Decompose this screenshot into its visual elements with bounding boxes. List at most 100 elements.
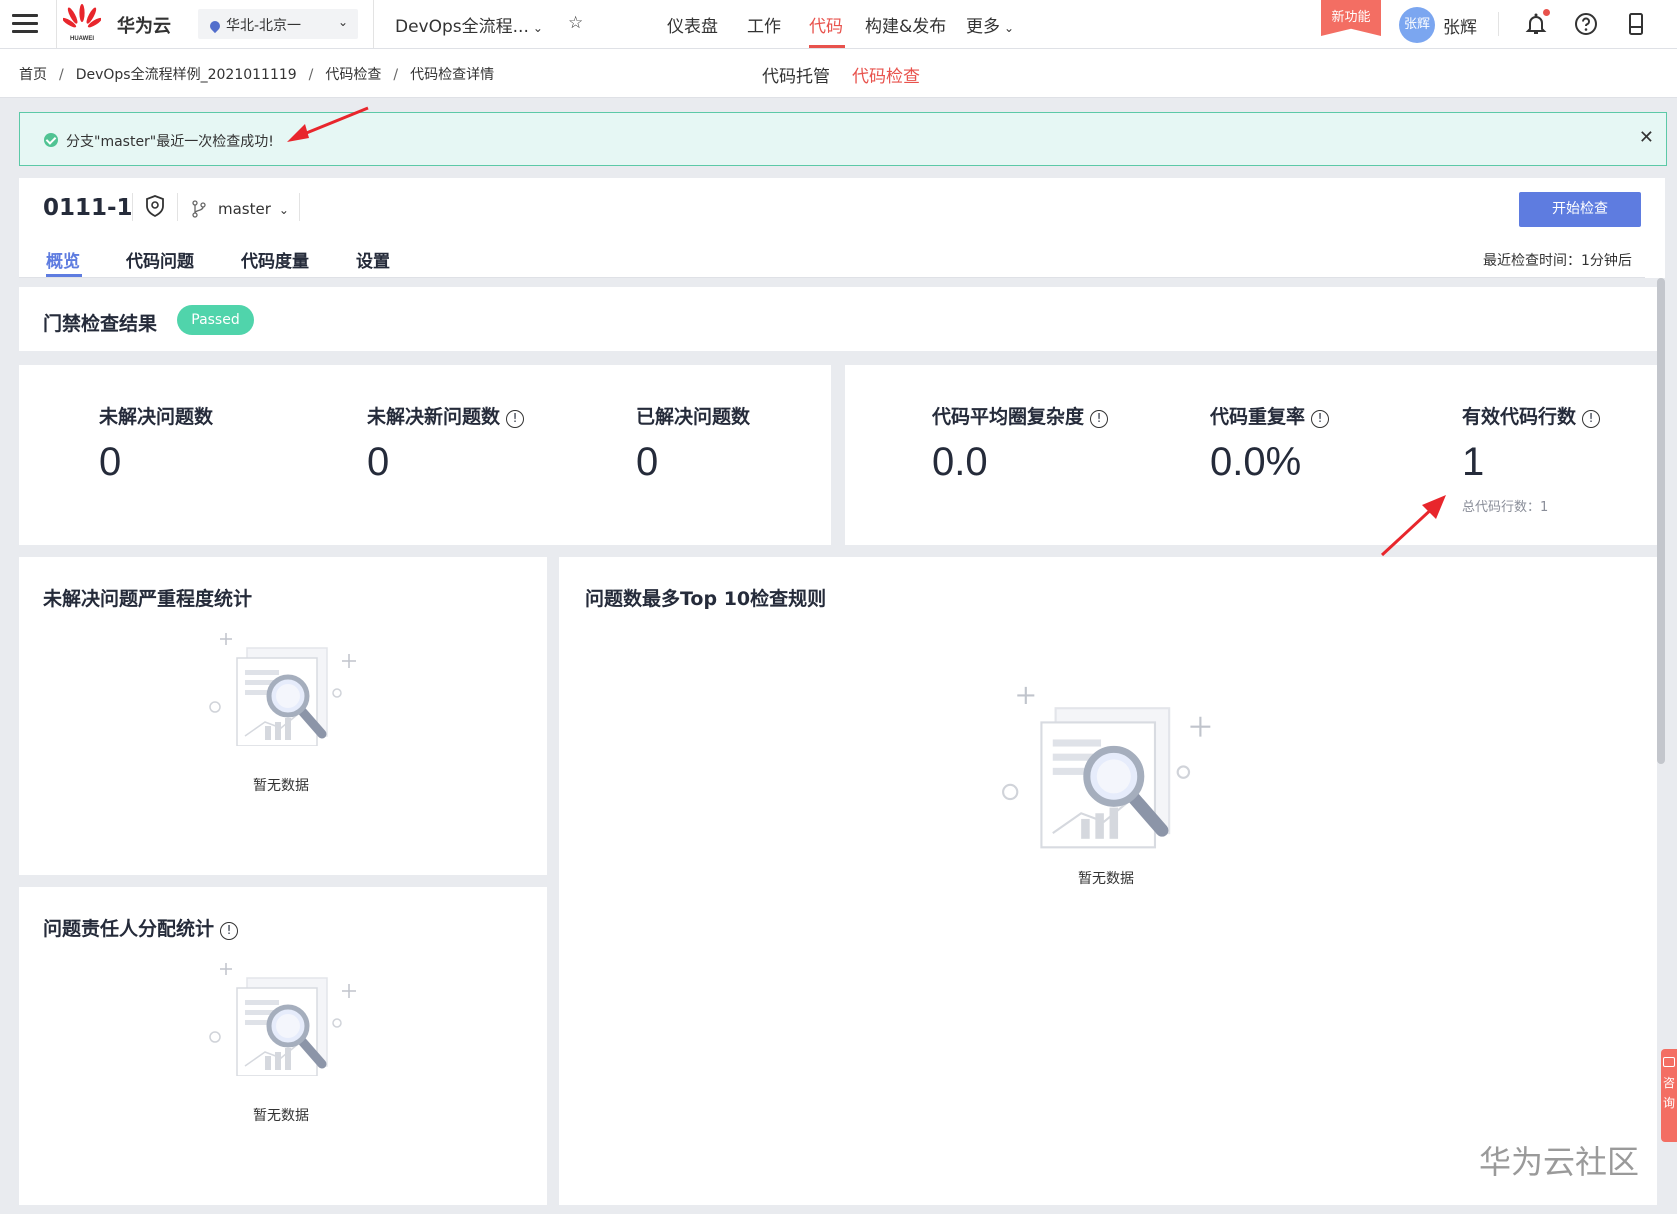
nav-more-label: 更多 bbox=[966, 17, 1000, 37]
metric-complexity-value: 0.0 bbox=[932, 440, 988, 484]
nav-code[interactable]: 代码 bbox=[809, 12, 843, 37]
top-bar: HUAWEI 华为云 华北-北京一 ⌄ DevOps全流程... ⌄ ☆ 仪表盘 … bbox=[0, 0, 1677, 49]
info-icon[interactable]: ! bbox=[1582, 410, 1601, 428]
tab-settings[interactable]: 设置 bbox=[356, 247, 390, 272]
new-feature-badge[interactable]: 新功能 bbox=[1321, 0, 1381, 36]
metric-unresolved-value: 0 bbox=[99, 440, 122, 484]
nav-more[interactable]: 更多 ⌄ bbox=[966, 12, 1014, 37]
nav-work[interactable]: 工作 bbox=[747, 12, 781, 37]
metric-resolved-value: 0 bbox=[636, 440, 659, 484]
star-icon[interactable]: ☆ bbox=[568, 13, 583, 33]
start-check-button[interactable]: 开始检查 bbox=[1519, 192, 1641, 227]
metric-effective-lines-value: 1 bbox=[1462, 440, 1485, 484]
info-icon[interactable]: ! bbox=[220, 922, 239, 940]
metric-unresolved-new: 未解决新问题数! bbox=[367, 402, 525, 429]
metric-duplication-value: 0.0% bbox=[1210, 440, 1302, 484]
breadcrumb-home[interactable]: 首页 bbox=[19, 67, 47, 83]
breadcrumb-separator: / bbox=[393, 67, 399, 83]
subtab-code-hosting[interactable]: 代码托管 bbox=[762, 62, 830, 87]
huawei-logo-icon bbox=[62, 4, 102, 28]
empty-data-icon bbox=[209, 963, 356, 1076]
check-circle-icon bbox=[44, 133, 58, 147]
breadcrumb-separator: / bbox=[59, 67, 64, 83]
divider bbox=[1498, 12, 1499, 36]
info-icon[interactable]: ! bbox=[1090, 410, 1109, 428]
chevron-down-icon: ⌄ bbox=[278, 203, 289, 217]
annotation-arrow bbox=[1380, 495, 1446, 557]
branch-icon bbox=[192, 200, 206, 218]
gate-title: 门禁检查结果 bbox=[43, 313, 158, 335]
info-icon[interactable]: ! bbox=[1311, 410, 1330, 428]
subtab-code-check[interactable]: 代码检查 bbox=[852, 62, 920, 87]
metric-unresolved-new-label: 未解决新问题数 bbox=[367, 406, 501, 428]
location-icon bbox=[207, 18, 223, 34]
top10-title: 问题数最多Top 10检查规则 bbox=[585, 588, 827, 610]
alert-message: 分支"master"最近一次检查成功! bbox=[66, 134, 274, 150]
tab-divider bbox=[19, 277, 1645, 278]
nav-active-indicator bbox=[809, 45, 845, 48]
severity-title: 未解决问题严重程度统计 bbox=[43, 588, 253, 610]
metric-duplication-label: 代码重复率 bbox=[1210, 406, 1306, 428]
tab-overview[interactable]: 概览 bbox=[46, 247, 80, 272]
breadcrumb-code-check[interactable]: 代码检查 bbox=[325, 67, 381, 83]
repo-name: 0111-1 bbox=[43, 195, 133, 221]
branch-selector[interactable]: master ⌄ bbox=[218, 200, 289, 218]
metric-complexity-label: 代码平均圈复杂度 bbox=[932, 406, 1085, 428]
last-check-time: 最近检查时间：1分钟后 bbox=[1483, 253, 1632, 269]
chevron-down-icon: ⌄ bbox=[532, 21, 543, 35]
gate-card bbox=[19, 287, 1657, 351]
breadcrumb: 首页 / DevOps全流程样例_2021011119 / 代码检查 / 代码检查详情 bbox=[19, 64, 494, 84]
issue-metrics-card bbox=[19, 365, 831, 545]
username[interactable]: 张辉 bbox=[1443, 13, 1477, 38]
device-icon[interactable] bbox=[1624, 12, 1648, 36]
owner-title: 问题责任人分配统计! bbox=[43, 914, 239, 941]
breadcrumb-project[interactable]: DevOps全流程样例_2021011119 bbox=[76, 67, 297, 83]
breadcrumb-separator: / bbox=[308, 67, 314, 83]
menu-icon[interactable] bbox=[12, 14, 38, 34]
metric-effective-lines-label: 有效代码行数 bbox=[1462, 406, 1577, 428]
chevron-down-icon: ⌄ bbox=[1004, 21, 1015, 35]
help-icon[interactable] bbox=[1574, 12, 1598, 36]
annotation-arrow bbox=[287, 106, 369, 142]
chat-icon bbox=[1663, 1057, 1675, 1067]
brand-name[interactable]: 华为云 bbox=[117, 12, 171, 38]
scrollbar[interactable] bbox=[1657, 278, 1665, 764]
empty-data-text: 暂无数据 bbox=[253, 1108, 309, 1124]
close-icon[interactable]: ✕ bbox=[1639, 127, 1654, 148]
region-label: 华北-北京一 bbox=[226, 18, 302, 34]
info-icon[interactable]: ! bbox=[506, 410, 525, 428]
logo-text: HUAWEI bbox=[70, 36, 94, 42]
divider bbox=[132, 193, 133, 221]
nav-build-release[interactable]: 构建&发布 bbox=[865, 12, 946, 37]
avatar[interactable]: 张辉 bbox=[1399, 7, 1435, 43]
sub-bar: 首页 / DevOps全流程样例_2021011119 / 代码检查 / 代码检查详情 代码… bbox=[0, 49, 1677, 98]
empty-data-text: 暂无数据 bbox=[1078, 871, 1134, 887]
shield-icon[interactable] bbox=[145, 195, 165, 217]
project-selector[interactable]: DevOps全流程... ⌄ bbox=[395, 12, 543, 37]
huawei-logo[interactable]: HUAWEI bbox=[62, 4, 102, 42]
empty-data-text: 暂无数据 bbox=[253, 778, 309, 794]
nav-dashboard[interactable]: 仪表盘 bbox=[667, 12, 718, 37]
breadcrumb-current: 代码检查详情 bbox=[410, 67, 495, 83]
region-selector[interactable]: 华北-北京一 ⌄ bbox=[198, 9, 358, 39]
metric-resolved-label: 已解决问题数 bbox=[636, 406, 751, 428]
tab-code-issues[interactable]: 代码问题 bbox=[126, 247, 194, 272]
consult-button[interactable]: 咨询 bbox=[1661, 1049, 1677, 1142]
tab-code-metrics[interactable]: 代码度量 bbox=[241, 247, 309, 272]
divider bbox=[299, 193, 300, 221]
empty-data-icon bbox=[209, 633, 356, 746]
chevron-down-icon: ⌄ bbox=[337, 15, 348, 29]
total-lines: 总代码行数：1 bbox=[1462, 500, 1549, 515]
bell-icon[interactable] bbox=[1524, 12, 1548, 36]
watermark: 华为云社区 bbox=[1479, 1143, 1640, 1181]
project-label: DevOps全流程... bbox=[395, 17, 529, 37]
branch-label: master bbox=[218, 200, 271, 218]
divider bbox=[56, 0, 57, 48]
status-badge: Passed bbox=[177, 305, 254, 335]
metric-duplication: 代码重复率! bbox=[1210, 402, 1330, 429]
empty-data-icon bbox=[1002, 686, 1211, 849]
divider bbox=[177, 193, 178, 221]
divider bbox=[373, 0, 374, 48]
metric-unresolved-label: 未解决问题数 bbox=[99, 406, 214, 428]
metric-complexity: 代码平均圈复杂度! bbox=[932, 402, 1109, 429]
